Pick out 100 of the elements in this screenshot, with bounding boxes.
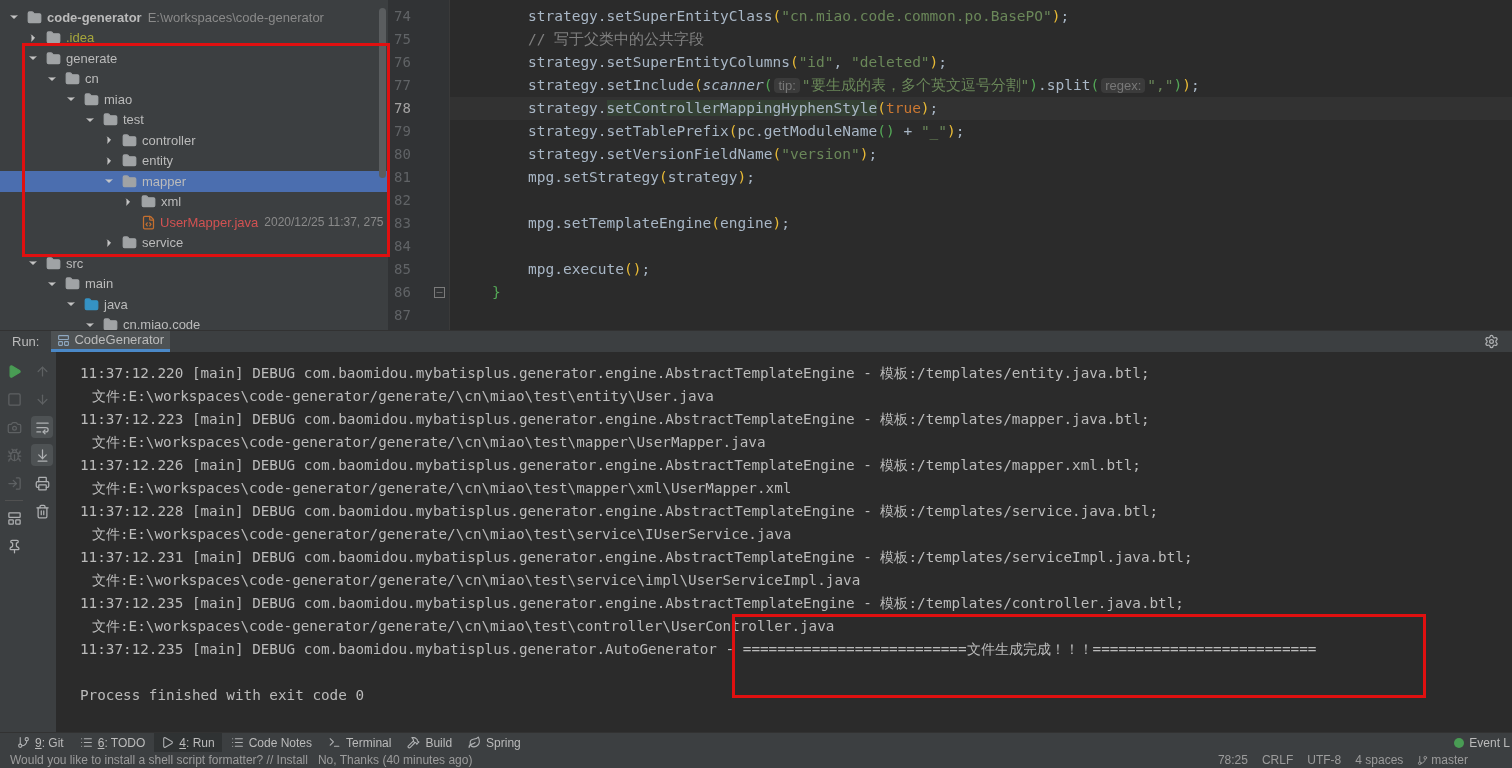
play-icon	[161, 736, 175, 749]
tree-item[interactable]: controller	[0, 130, 388, 151]
tool-window-tab[interactable]: Build	[400, 733, 460, 752]
code-line: }	[492, 282, 501, 302]
exit-icon	[6, 475, 22, 491]
tree-item[interactable]: code-generator E:\workspaces\code-generator	[0, 7, 388, 28]
file-meta: 2020/12/25 11:37, 275	[264, 214, 384, 232]
code-line: strategy.setSuperEntityColumns("id", "deleted");	[528, 52, 948, 72]
folder-icon	[46, 30, 61, 46]
console-line: 11:37:12.235 [main] DEBUG com.baomidou.mybatisplus.generator.AutoGenerator - ==========================文件生成完成！！！==========================	[80, 639, 1317, 659]
fold-icon[interactable]	[434, 287, 445, 298]
tree-item-label: mapper	[142, 172, 187, 191]
scroll-to-end-button[interactable]	[31, 444, 53, 466]
stop-icon	[6, 391, 22, 407]
folder-icon	[84, 296, 99, 312]
tool-window-tab[interactable]: 6: TODO	[72, 733, 153, 752]
tool-window-tab[interactable]: Spring	[461, 733, 528, 752]
tree-item-label: test	[123, 111, 144, 129]
code-line: mpg.execute();	[528, 259, 651, 279]
branch-icon	[17, 736, 30, 749]
tree-item[interactable]: UserMapper.java 2020/12/25 11:37, 275	[0, 212, 388, 233]
tree-item-label: service	[142, 234, 184, 252]
folder-icon	[122, 173, 137, 189]
tree-item-label: generate	[66, 49, 118, 68]
terminal-icon	[328, 736, 342, 749]
folder-icon	[122, 153, 137, 169]
soft-wrap-icon	[34, 419, 50, 435]
tree-item-label: xml	[161, 193, 182, 211]
camera-icon	[6, 419, 22, 435]
tree-item[interactable]: entity	[0, 150, 388, 171]
code-line: strategy.setInclude(scanner( tip: "要生成的表，多个英文逗号分割").split( regex: ","));	[528, 75, 1200, 95]
folder-icon	[46, 255, 61, 271]
java-file-icon	[141, 214, 156, 230]
notification-badge	[1454, 737, 1465, 748]
folder-icon	[103, 317, 118, 330]
tree-item-label: entity	[142, 152, 174, 170]
folder-icon	[27, 9, 42, 25]
folder-icon	[141, 194, 156, 210]
tree-item[interactable]: java	[0, 294, 388, 315]
hammer-icon	[407, 736, 421, 749]
folder-icon	[65, 276, 80, 292]
tool-window-tab[interactable]: Code Notes	[223, 733, 320, 752]
console-line: 11:37:12.228 [main] DEBUG com.baomidou.mybatisplus.generator.engine.AbstractTemplateEngine - 模板:/templates/service.java.btl;	[80, 501, 1159, 521]
list-icon	[230, 736, 244, 749]
settings-icon[interactable]	[1484, 334, 1499, 349]
folder-icon	[122, 132, 137, 148]
tree-item-label: miao	[104, 90, 133, 109]
tree-item-label: src	[66, 254, 84, 273]
console-line: 11:37:12.223 [main] DEBUG com.baomidou.mybatisplus.generator.engine.AbstractTemplateEngine - 模板:/templates/mapper.java.btl;	[80, 409, 1150, 429]
tree-item-label: java	[104, 295, 128, 314]
leaf-icon	[468, 736, 482, 749]
tree-item[interactable]: miao	[0, 89, 388, 110]
tree-item-label: UserMapper.java	[160, 213, 259, 232]
tree-item[interactable]: cn.miao.code	[0, 314, 388, 330]
tool-window-tab[interactable]: 9: Git	[10, 733, 71, 752]
tree-item[interactable]: src	[0, 253, 388, 274]
console-line: 文件:E:\workspaces\code-generator/generate/\cn\miao\test\entity\User.java	[91, 386, 714, 406]
line-number: 78	[394, 99, 411, 118]
tree-item-label: controller	[142, 131, 196, 150]
tree-item[interactable]: .idea	[0, 27, 388, 48]
console-line: 11:37:12.231 [main] DEBUG com.baomidou.mybatisplus.generator.engine.AbstractTemplateEngine - 模板:/templates/serviceImpl.java.btl;	[80, 547, 1193, 567]
bug-icon	[6, 447, 22, 463]
tool-window-tab[interactable]: Terminal	[321, 733, 399, 752]
tree-item-label: cn.miao.code	[123, 316, 201, 330]
code-line: strategy.setVersionFieldName("version");	[528, 144, 878, 164]
console-icon	[57, 333, 71, 347]
scrollbar[interactable]	[379, 8, 386, 178]
tree-item[interactable]: service	[0, 232, 388, 253]
tree-item-label: .idea	[66, 29, 95, 47]
tree-item[interactable]: generate	[0, 48, 388, 69]
layout-icon	[6, 510, 22, 526]
status-message: Would you like to install a shell script formatter? // Install No, Thanks (40 minutes ago)	[10, 752, 473, 768]
trash-icon	[34, 503, 50, 519]
event-log-tab[interactable]: Event L	[1469, 733, 1510, 752]
folder-icon	[103, 112, 118, 128]
console-line: Process finished with exit code 0	[80, 685, 365, 705]
branch-icon	[1417, 754, 1429, 766]
tree-item-label: main	[85, 275, 114, 293]
pin-icon	[6, 538, 22, 554]
folder-icon	[84, 91, 99, 107]
console-line: 文件:E:\workspaces\code-generator/generate/\cn\miao\test\service\IUserService.java	[91, 524, 792, 544]
tool-window-tab[interactable]: 4: Run	[154, 733, 222, 752]
run-label: Run:	[12, 332, 40, 351]
status-item[interactable]: master	[1417, 751, 1468, 768]
tree-item[interactable]: xml	[0, 191, 388, 212]
run-tab[interactable]: CodeGenerator	[51, 331, 171, 352]
code-line: // 写于父类中的公共字段	[528, 29, 705, 49]
tree-item[interactable]: test	[0, 109, 388, 130]
list-icon	[79, 736, 93, 749]
soft-wrap-button[interactable]	[31, 416, 53, 438]
tree-item[interactable]: cn	[0, 68, 388, 89]
code-line: mpg.setStrategy(strategy);	[528, 167, 755, 187]
arrow-down-icon	[34, 391, 50, 407]
status-item[interactable]: UTF-8	[1307, 751, 1342, 768]
status-item[interactable]: 78:25	[1217, 751, 1248, 768]
status-item[interactable]: 4 spaces	[1355, 751, 1404, 768]
folder-icon	[122, 235, 137, 251]
tree-item[interactable]: main	[0, 273, 388, 294]
status-item[interactable]: CRLF	[1261, 751, 1294, 768]
code-line: strategy.setSuperEntityClass("cn.miao.code.common.po.BasePO");	[528, 6, 1070, 26]
